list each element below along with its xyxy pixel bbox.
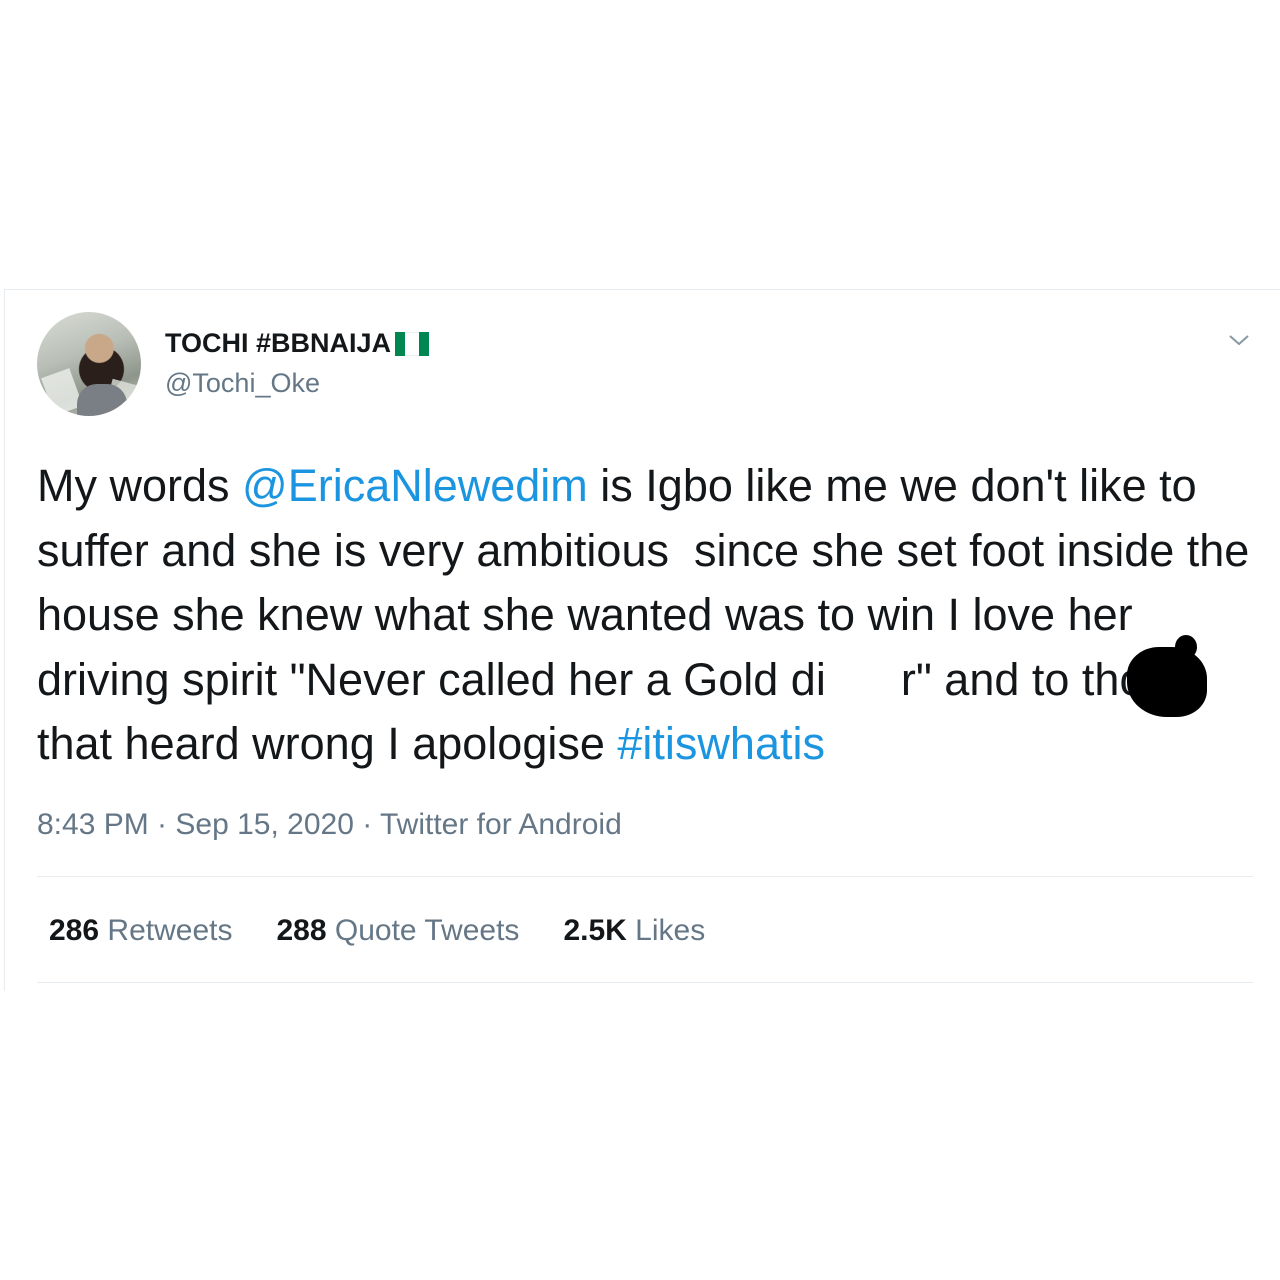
mention-link[interactable]: @EricaNlewedim xyxy=(242,460,588,511)
display-name-text[interactable]: TOCHI #BBNAIJA xyxy=(165,328,391,359)
likes-stat[interactable]: 2.5K Likes xyxy=(563,914,705,948)
retweets-stat[interactable]: 286 Retweets xyxy=(49,914,232,948)
likes-label: Likes xyxy=(635,914,706,947)
chevron-down-icon[interactable] xyxy=(1227,328,1251,352)
avatar[interactable] xyxy=(37,312,141,416)
retweets-label: Retweets xyxy=(107,914,233,947)
retweets-count: 286 xyxy=(49,914,100,947)
redaction-mark xyxy=(1127,635,1207,717)
tweet-card: TOCHI #BBNAIJA @Tochi_Oke My words @Eric… xyxy=(4,289,1280,991)
divider xyxy=(37,876,1253,877)
hashtag-link[interactable]: #itiswhatis xyxy=(617,718,825,769)
tweet-stats: 286 Retweets 288 Quote Tweets 2.5K Likes xyxy=(49,914,705,948)
quotes-label: Quote Tweets xyxy=(334,914,520,947)
user-handle[interactable]: @Tochi_Oke xyxy=(165,368,320,399)
tweet-text: My words @EricaNlewedim is Igbo like me … xyxy=(37,454,1267,777)
quotes-count: 288 xyxy=(276,914,327,947)
display-name[interactable]: TOCHI #BBNAIJA xyxy=(165,328,430,359)
quote-tweets-stat[interactable]: 288 Quote Tweets xyxy=(276,914,519,948)
likes-count: 2.5K xyxy=(563,914,627,947)
tweet-timestamp[interactable]: 8:43 PM · Sep 15, 2020 · Twitter for And… xyxy=(37,808,622,842)
nigeria-flag-icon xyxy=(395,331,430,356)
tweet-text-part: My words xyxy=(37,460,243,511)
divider xyxy=(37,982,1253,983)
